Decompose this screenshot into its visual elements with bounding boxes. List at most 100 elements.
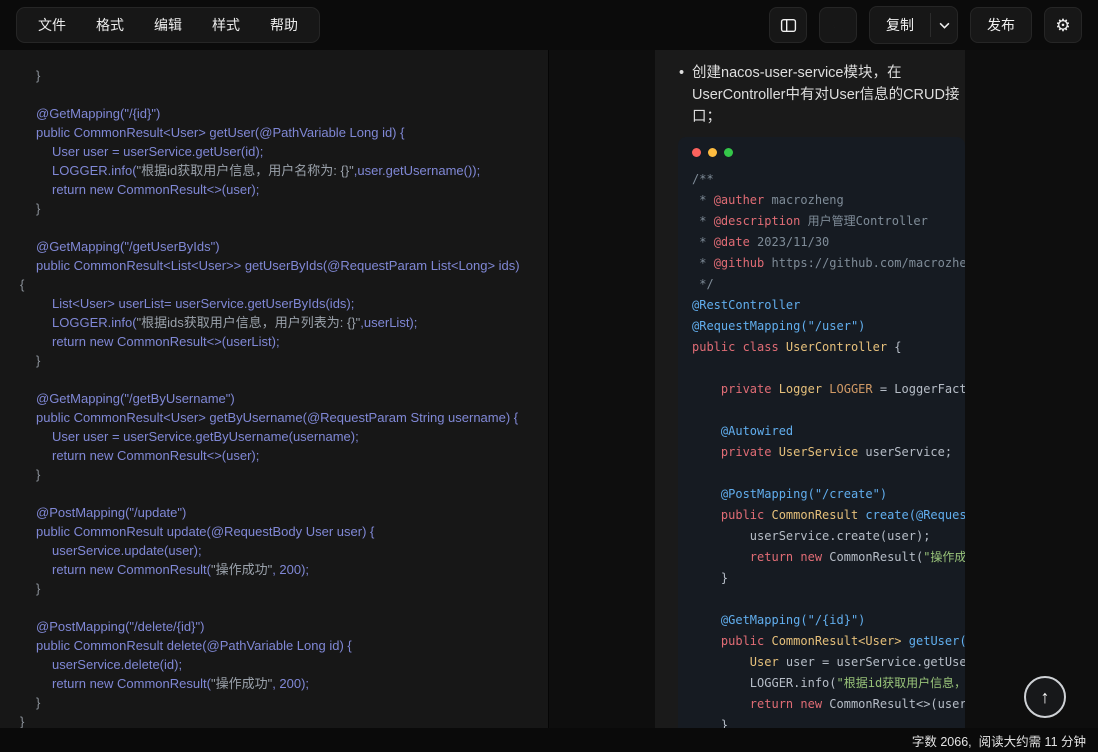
- code-block-titlebar: [678, 137, 965, 163]
- code-line: User user = userService.getUser: [692, 652, 965, 673]
- settings-button[interactable]: ⚙: [1044, 7, 1082, 43]
- code-line: * @description 用户管理Controller: [692, 211, 965, 232]
- code-line: }: [692, 568, 965, 589]
- chevron-down-icon: [939, 22, 950, 29]
- editor-line[interactable]: public CommonResult<User> getUser(@PathV…: [20, 123, 540, 142]
- code-line: public CommonResult create(@RequestB: [692, 505, 965, 526]
- menubar: 文件 格式 编辑 样式 帮助: [16, 7, 320, 43]
- editor-line[interactable]: [20, 598, 540, 617]
- code-line: @RequestMapping("/user"): [692, 316, 965, 337]
- editor-line[interactable]: return new CommonResult<>(user);: [20, 446, 540, 465]
- editor-line[interactable]: User user = userService.getByUsername(us…: [20, 427, 540, 446]
- copy-button-group: 复制: [869, 6, 958, 44]
- code-line: @GetMapping("/{id}"): [692, 610, 965, 631]
- editor-line[interactable]: return new CommonResult("操作成功", 200);: [20, 674, 540, 693]
- code-line: /**: [692, 169, 965, 190]
- code-line: [692, 358, 965, 379]
- editor-line[interactable]: userService.delete(id);: [20, 655, 540, 674]
- editor-line[interactable]: }: [20, 66, 540, 85]
- copy-dropdown-button[interactable]: [931, 7, 957, 43]
- editor-line[interactable]: {: [20, 275, 540, 294]
- menu-item-format[interactable]: 格式: [81, 11, 139, 39]
- code-line: * @auther macrozheng: [692, 190, 965, 211]
- list-item-text: 创建nacos-user-service模块，在UserController中有…: [692, 65, 959, 125]
- toolbar-actions: 复制 发布 ⚙: [769, 6, 1082, 44]
- code-block: /** * @auther macrozheng * @description …: [678, 137, 965, 728]
- code-line: [692, 463, 965, 484]
- code-block-content: /** * @auther macrozheng * @description …: [678, 163, 965, 728]
- menu-item-file[interactable]: 文件: [23, 11, 81, 39]
- gear-icon: ⚙: [1055, 17, 1070, 34]
- menu-item-help[interactable]: 帮助: [255, 11, 313, 39]
- editor-line[interactable]: @GetMapping("/getUserByIds"): [20, 237, 540, 256]
- editor-line[interactable]: [20, 484, 540, 503]
- mac-zoom-dot: [724, 148, 733, 157]
- code-line: * @github https://github.com/macrozheng: [692, 253, 965, 274]
- editor-line[interactable]: @GetMapping("/{id}"): [20, 104, 540, 123]
- code-line: @PostMapping("/create"): [692, 484, 965, 505]
- editor-line[interactable]: @PostMapping("/update"): [20, 503, 540, 522]
- theme-toggle-button[interactable]: [819, 7, 857, 43]
- editor-line[interactable]: userService.update(user);: [20, 541, 540, 560]
- back-to-top-button[interactable]: ↑: [1024, 676, 1066, 718]
- preview-pane: • 创建nacos-user-service模块，在UserController…: [549, 50, 1098, 728]
- editor-line[interactable]: LOGGER.info("根据id获取用户信息，用户名称为: {}",user.…: [20, 161, 540, 180]
- mac-minimize-dot: [708, 148, 717, 157]
- editor-line[interactable]: }: [20, 465, 540, 484]
- editor-line[interactable]: public CommonResult<User> getByUsername(…: [20, 408, 540, 427]
- editor-content: } @GetMapping("/{id}")public CommonResul…: [20, 66, 540, 728]
- editor-line[interactable]: @GetMapping("/getByUsername"): [20, 389, 540, 408]
- code-line: * @date 2023/11/30: [692, 232, 965, 253]
- editor-line[interactable]: [20, 370, 540, 389]
- statusbar: 字数 2066, 阅读大约需 11 分钟: [0, 728, 1098, 752]
- editor-line[interactable]: }: [20, 579, 540, 598]
- list-item: • 创建nacos-user-service模块，在UserController…: [678, 62, 965, 128]
- code-line: public class UserController {: [692, 337, 965, 358]
- editor-line[interactable]: }: [20, 693, 540, 712]
- editor-line[interactable]: List<User> userList= userService.getUser…: [20, 294, 540, 313]
- editor-line[interactable]: LOGGER.info("根据ids获取用户信息，用户列表为: {}",user…: [20, 313, 540, 332]
- code-line: */: [692, 274, 965, 295]
- code-line: }: [692, 715, 965, 728]
- markdown-editor[interactable]: } @GetMapping("/{id}")public CommonResul…: [0, 50, 549, 728]
- code-line: @RestController: [692, 295, 965, 316]
- editor-line[interactable]: public CommonResult<List<User>> getUserB…: [20, 256, 540, 275]
- editor-line[interactable]: return new CommonResult<>(userList);: [20, 332, 540, 351]
- code-line: private UserService userService;: [692, 442, 965, 463]
- editor-line[interactable]: [20, 85, 540, 104]
- editor-line[interactable]: }: [20, 712, 540, 728]
- arrow-up-icon: ↑: [1041, 687, 1050, 708]
- editor-line[interactable]: return new CommonResult<>(user);: [20, 180, 540, 199]
- editor-line[interactable]: User user = userService.getUser(id);: [20, 142, 540, 161]
- panel-icon: [780, 17, 797, 34]
- editor-line[interactable]: public CommonResult delete(@PathVariable…: [20, 636, 540, 655]
- editor-line[interactable]: [20, 218, 540, 237]
- editor-line[interactable]: public CommonResult update(@RequestBody …: [20, 522, 540, 541]
- layout-toggle-button[interactable]: [769, 7, 807, 43]
- code-line: public CommonResult<User> getUser(@P: [692, 631, 965, 652]
- publish-button[interactable]: 发布: [970, 7, 1032, 43]
- main-split: } @GetMapping("/{id}")public CommonResul…: [0, 50, 1098, 728]
- copy-button[interactable]: 复制: [870, 7, 930, 43]
- menu-item-style[interactable]: 样式: [197, 11, 255, 39]
- top-toolbar: 文件 格式 编辑 样式 帮助: [0, 0, 1098, 50]
- code-line: return new CommonResult<>(user): [692, 694, 965, 715]
- code-line: @Autowired: [692, 421, 965, 442]
- code-line: return new CommonResult("操作成功: [692, 547, 965, 568]
- preview-article: • 创建nacos-user-service模块，在UserController…: [655, 50, 965, 728]
- word-count-text: 字数 2066, 阅读大约需 11 分钟: [912, 731, 1086, 750]
- menu-item-edit[interactable]: 编辑: [139, 11, 197, 39]
- editor-line[interactable]: }: [20, 199, 540, 218]
- code-line: LOGGER.info("根据id获取用户信息，: [692, 673, 965, 694]
- editor-line[interactable]: return new CommonResult("操作成功", 200);: [20, 560, 540, 579]
- editor-line[interactable]: @PostMapping("/delete/{id}"): [20, 617, 540, 636]
- bullet-icon: •: [679, 62, 684, 84]
- moon-icon: [830, 17, 846, 33]
- code-line: private Logger LOGGER = LoggerFactor: [692, 379, 965, 400]
- code-line: [692, 400, 965, 421]
- app-window: 文件 格式 编辑 样式 帮助: [0, 0, 1098, 752]
- editor-line[interactable]: }: [20, 351, 540, 370]
- mac-close-dot: [692, 148, 701, 157]
- code-line: userService.create(user);: [692, 526, 965, 547]
- code-line: [692, 589, 965, 610]
